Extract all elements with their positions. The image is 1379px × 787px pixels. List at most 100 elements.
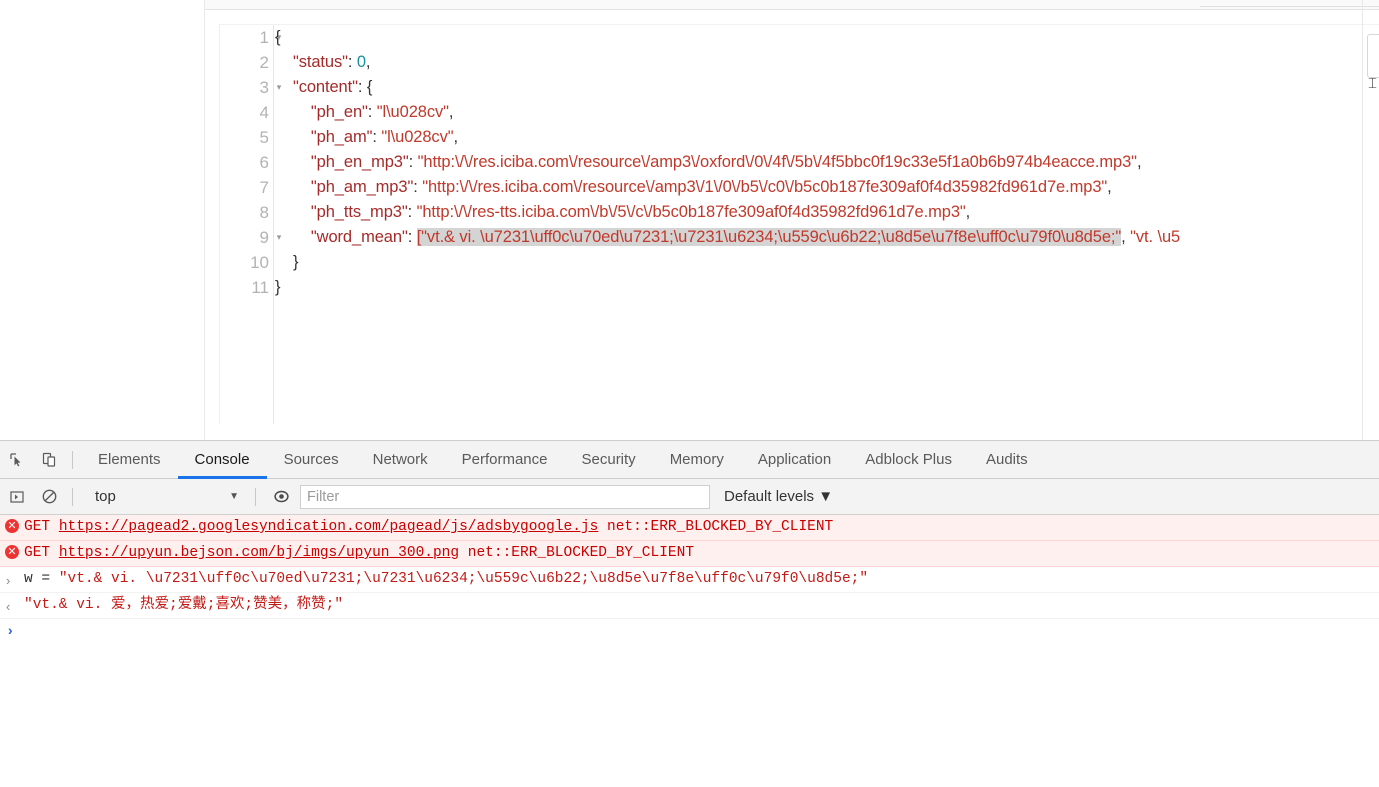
json-line-number: 8 <box>259 203 269 222</box>
chevron-down-icon: ▼ <box>229 491 239 502</box>
chevron-down-icon-levels: ▼ <box>818 488 834 505</box>
json-code-line: { <box>275 25 1379 50</box>
json-token: "http:\/\/res.iciba.com\/resource\/amp3\… <box>417 153 1137 171</box>
json-token: "ph_tts_mp3" <box>310 203 408 221</box>
floating-widget-box[interactable] <box>1367 34 1379 78</box>
json-token: "word_mean" <box>310 228 408 246</box>
tab-sources[interactable]: Sources <box>267 441 356 479</box>
tab-elements[interactable]: Elements <box>81 441 178 479</box>
network-error-status: net::ERR_BLOCKED_BY_CLIENT <box>459 545 695 561</box>
clear-console-icon[interactable] <box>34 483 64 511</box>
request-url-link[interactable]: https://pagead2.googlesyndication.com/pa… <box>59 519 599 535</box>
json-token: "status" <box>292 53 348 71</box>
prompt-arrow-icon: › <box>6 624 15 640</box>
browser-window: 1 ▾ 2 3 ▾ 4 5 6 7 8 9 ▾ 10 11 { "status": 0, "content… <box>0 0 1379 787</box>
execution-context-value: top <box>95 488 116 505</box>
json-token: : <box>408 153 418 171</box>
json-token: , <box>365 53 371 71</box>
tab-memory[interactable]: Memory <box>653 441 741 479</box>
tab-audits[interactable]: Audits <box>969 441 1045 479</box>
console-toolbar: top ▼ Default levels ▼ <box>0 479 1379 515</box>
devtools-panel: Elements Console Sources Network Performance… <box>0 440 1379 787</box>
json-code-line: "ph_tts_mp3": "http:\/\/res-tts.iciba.co… <box>275 200 1379 225</box>
json-token: : <box>407 228 417 246</box>
json-result-panel: 1 ▾ 2 3 ▾ 4 5 6 7 8 9 ▾ 10 11 { "status": 0, "content… <box>205 0 1379 440</box>
output-arrow-icon: ‹ <box>6 599 11 614</box>
http-method: GET <box>24 545 59 561</box>
json-line-number: 3 ▾ <box>220 75 282 100</box>
json-token: "ph_am" <box>310 128 373 146</box>
json-token: : <box>367 103 377 121</box>
json-code-line: "ph_am": "l\u028cv", <box>275 125 1379 150</box>
tab-security[interactable]: Security <box>565 441 653 479</box>
json-line-number: 10 <box>250 253 269 272</box>
execution-context-select[interactable]: top ▼ <box>87 486 247 508</box>
json-token: , <box>965 203 971 221</box>
json-token: , <box>1107 178 1112 196</box>
console-sidebar-icon[interactable] <box>2 483 32 511</box>
console-toolbar-divider <box>72 487 73 506</box>
json-token: "http:\/\/res.iciba.com\/resource\/amp3\… <box>422 178 1108 196</box>
json-line-number: 5 <box>259 128 269 147</box>
json-token: ["vt.& vi. \u7231\uff0c\u70ed\u7231;\u72… <box>416 228 1122 246</box>
devtools-tabbar: Elements Console Sources Network Performance… <box>0 441 1379 479</box>
input-arrow-icon: › <box>6 573 11 588</box>
json-token: "l\u028cv" <box>376 103 449 121</box>
request-url-link[interactable]: https://upyun.bejson.com/bj/imgs/upyun_3… <box>59 545 459 561</box>
json-code-viewer[interactable]: 1 ▾ 2 3 ▾ 4 5 6 7 8 9 ▾ 10 11 { "status": 0, "content… <box>219 24 1379 424</box>
console-prompt[interactable]: › <box>0 619 1379 645</box>
console-output-row: ‹ "vt.& vi. 爱，热爱;爱戴;喜欢;赞美，称赞;" <box>0 593 1379 619</box>
json-code-line: } <box>275 250 1379 275</box>
page-left-empty-column <box>0 0 205 440</box>
json-token: "ph_am_mp3" <box>310 178 414 196</box>
json-token: "vt. \u5 <box>1130 228 1181 246</box>
network-error-status: net::ERR_BLOCKED_BY_CLIENT <box>598 519 834 535</box>
live-expression-icon[interactable] <box>266 483 296 511</box>
json-token: } <box>275 278 281 296</box>
inspect-element-icon[interactable] <box>2 446 32 474</box>
tab-network[interactable]: Network <box>356 441 445 479</box>
json-line-number: 2 <box>259 53 269 72</box>
error-badge-icon: ✕ <box>5 545 19 559</box>
json-code-line: "content": { <box>275 75 1379 100</box>
console-output[interactable]: ✕ GET https://pagead2.googlesyndication.c… <box>0 515 1379 786</box>
json-token: , <box>1121 228 1131 246</box>
json-token: "ph_en" <box>310 103 368 121</box>
http-method: GET <box>24 519 59 535</box>
json-code-line: "status": 0, <box>275 50 1379 75</box>
json-token: , <box>1136 153 1142 171</box>
device-toolbar-icon[interactable] <box>34 446 64 474</box>
json-code-lines[interactable]: { "status": 0, "content": { "ph_en": "l\… <box>275 25 1379 424</box>
json-token: : <box>413 178 423 196</box>
json-line-number: 1 ▾ <box>220 25 282 50</box>
json-token: : <box>372 128 382 146</box>
json-line-number: 11 <box>251 278 269 297</box>
json-token: "ph_en_mp3" <box>310 153 409 171</box>
error-badge-icon: ✕ <box>5 519 19 533</box>
json-token: { <box>275 28 281 46</box>
json-code-line: "ph_en_mp3": "http:\/\/res.iciba.com\/re… <box>275 150 1379 175</box>
toolbar-divider <box>72 450 73 469</box>
json-token: , <box>448 103 454 121</box>
log-levels-dropdown[interactable]: Default levels ▼ <box>724 488 833 505</box>
json-token: : <box>407 203 417 221</box>
console-filter-input[interactable] <box>300 484 710 509</box>
json-token: "l\u028cv" <box>381 128 454 146</box>
tab-adblock-plus[interactable]: Adblock Plus <box>848 441 969 479</box>
json-token: "content" <box>292 78 358 96</box>
json-token: : <box>347 53 357 71</box>
json-line-number-gutter: 1 ▾ 2 3 ▾ 4 5 6 7 8 9 ▾ 10 11 <box>220 25 282 424</box>
json-code-line: "word_mean": ["vt.& vi. \u7231\uff0c\u70… <box>275 225 1379 250</box>
page-content-area: 1 ▾ 2 3 ▾ 4 5 6 7 8 9 ▾ 10 11 { "status": 0, "content… <box>0 0 1379 440</box>
text-cursor-icon: ⌶ <box>1368 75 1378 92</box>
panel-header-bar <box>205 0 1379 10</box>
log-levels-label: Default levels <box>724 488 815 505</box>
json-line-number: 7 <box>259 178 269 197</box>
json-token: 0 <box>356 53 366 71</box>
tab-application[interactable]: Application <box>741 441 848 479</box>
tab-console[interactable]: Console <box>177 441 267 479</box>
console-input-row: › w = "vt.& vi. \u7231\uff0c\u70ed\u7231;… <box>0 567 1379 593</box>
tab-performance[interactable]: Performance <box>445 441 565 479</box>
json-token: "http:\/\/res-tts.iciba.com\/b\/5\/c\/b5… <box>416 203 966 221</box>
json-line-number: 9 ▾ <box>220 225 282 250</box>
